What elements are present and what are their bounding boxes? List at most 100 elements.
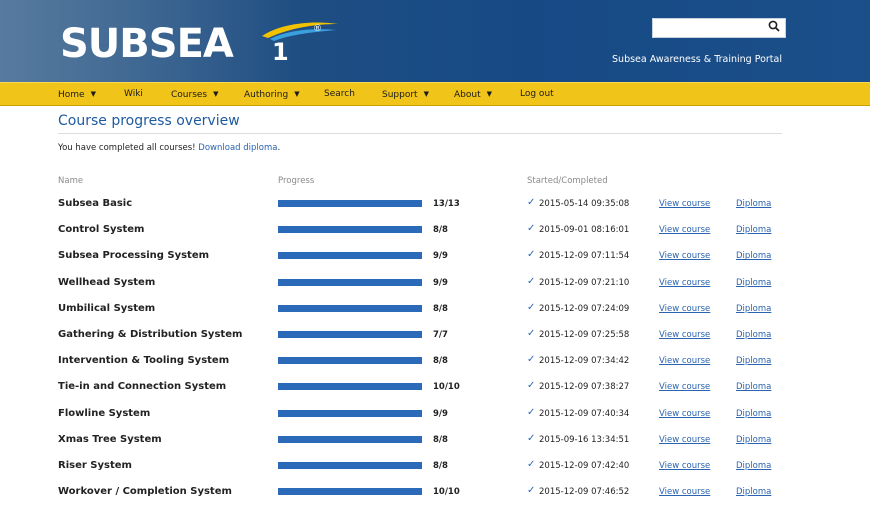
- diploma-link[interactable]: Diploma: [736, 223, 771, 237]
- nav-item-support[interactable]: Support ▼: [382, 83, 429, 105]
- nav-item-label: Courses: [171, 90, 208, 100]
- view-course-link[interactable]: View course: [659, 433, 710, 447]
- check-icon: ✓: [527, 380, 536, 392]
- progress-bar-fill: [278, 252, 422, 260]
- diploma-link[interactable]: Diploma: [736, 407, 771, 421]
- started-date: 2015-12-09 07:34:42: [539, 356, 630, 367]
- view-course-link[interactable]: View course: [659, 380, 710, 394]
- caret-down-icon: ▼: [90, 90, 96, 98]
- progress-count: 9/9: [433, 277, 448, 288]
- search-input[interactable]: [652, 18, 786, 38]
- progress-count: 8/8: [433, 356, 448, 367]
- subsea1-logo[interactable]: SUBSEA 1 ®: [60, 22, 338, 66]
- progress-bar: [278, 304, 422, 312]
- table-row: Umbilical System 8/8 ✓ 2015-12-09 07:24:09 V…: [0, 302, 870, 328]
- progress-bar: [278, 331, 422, 338]
- diploma-link[interactable]: Diploma: [736, 197, 771, 211]
- view-course-link[interactable]: View course: [659, 276, 710, 290]
- started-date: 2015-12-09 07:46:52: [539, 487, 630, 498]
- view-course-link[interactable]: View course: [659, 485, 710, 499]
- portal-title: Subsea Awareness & Training Portal: [612, 54, 782, 65]
- progress-count: 13/13: [433, 199, 460, 209]
- check-icon: ✓: [527, 485, 536, 497]
- site-header: SUBSEA 1 ® Subsea Awareness & Training P…: [0, 0, 870, 82]
- nav-item-courses[interactable]: Courses ▼: [171, 83, 219, 105]
- download-diploma-link[interactable]: Download diploma: [198, 143, 277, 153]
- started-date: 2015-09-16 13:34:51: [539, 434, 630, 445]
- view-course-link[interactable]: View course: [659, 223, 710, 237]
- view-course-link[interactable]: View course: [659, 407, 710, 421]
- search-icon[interactable]: [767, 19, 781, 33]
- progress-bar-fill: [278, 278, 422, 286]
- progress-bar-fill: [278, 200, 422, 207]
- table-row: Subsea Processing System 9/9 ✓ 2015-12-09 0…: [0, 249, 870, 275]
- nav-item-home[interactable]: Home ▼: [58, 83, 96, 105]
- diploma-link[interactable]: Diploma: [736, 485, 771, 499]
- nav-item-about[interactable]: About ▼: [454, 83, 492, 105]
- started-date: 2015-12-09 07:24:09: [539, 303, 630, 314]
- progress-count: 8/8: [433, 434, 448, 445]
- view-course-link[interactable]: View course: [659, 328, 710, 342]
- diploma-link[interactable]: Diploma: [736, 459, 771, 473]
- check-icon: ✓: [527, 328, 536, 339]
- progress-bar: [278, 462, 422, 469]
- diploma-link[interactable]: Diploma: [736, 380, 771, 394]
- view-course-link[interactable]: View course: [659, 249, 710, 263]
- table-row: Flowline System 9/9 ✓ 2015-12-09 07:40:34 Vi…: [0, 407, 870, 433]
- progress-count: 10/10: [433, 382, 460, 393]
- table-row: Workover / Completion System 10/10 ✓ 2015-1…: [0, 485, 870, 511]
- diploma-link[interactable]: Diploma: [736, 433, 771, 447]
- progress-bar-fill: [278, 462, 422, 469]
- nav-item-authoring[interactable]: Authoring ▼: [244, 83, 300, 105]
- progress-bar: [278, 226, 422, 234]
- progress-count: 8/8: [433, 461, 448, 471]
- progress-bar-fill: [278, 435, 422, 443]
- nav-item-search[interactable]: Search: [324, 83, 355, 105]
- nav-item-logout[interactable]: Log out: [520, 83, 554, 105]
- table-row: Intervention & Tooling System 8/8 ✓ 2015-12…: [0, 354, 870, 380]
- started-date: 2015-12-09 07:25:58: [539, 330, 630, 340]
- started-date: 2015-12-09 07:40:34: [539, 408, 630, 419]
- started-date: 2015-12-09 07:38:27: [539, 382, 630, 393]
- progress-count: 9/9: [433, 408, 448, 419]
- nav-item-label: Authoring: [244, 90, 289, 100]
- diploma-link[interactable]: Diploma: [736, 302, 771, 316]
- started-date: 2015-09-01 08:16:01: [539, 225, 630, 236]
- check-icon: ✓: [527, 197, 536, 208]
- check-icon: ✓: [527, 406, 536, 418]
- nav-item-label: About: [454, 90, 481, 100]
- diploma-link[interactable]: Diploma: [736, 328, 771, 342]
- check-icon: ✓: [527, 354, 536, 366]
- view-course-link[interactable]: View course: [659, 302, 710, 316]
- course-name: Umbilical System: [58, 302, 156, 314]
- course-name: Gathering & Distribution System: [58, 329, 243, 340]
- table-row: Subsea Basic 13/13 ✓ 2015-05-14 09:35:08 Vie…: [0, 197, 870, 223]
- course-name: Wellhead System: [58, 276, 156, 288]
- diploma-link[interactable]: Diploma: [736, 276, 771, 290]
- started-date: 2015-12-09 07:42:40: [539, 461, 630, 471]
- check-icon: ✓: [527, 249, 536, 261]
- view-course-link[interactable]: View course: [659, 197, 710, 211]
- check-icon: ✓: [527, 275, 536, 287]
- progress-bar-fill: [278, 331, 422, 338]
- completion-notice: You have completed all courses! Download…: [58, 143, 280, 153]
- nav-item-label: Wiki: [124, 89, 143, 99]
- logo-registered-mark: ®: [313, 24, 322, 34]
- notice-end: .: [277, 143, 281, 153]
- notice-text: You have completed all courses!: [58, 143, 199, 153]
- view-course-link[interactable]: View course: [659, 459, 710, 473]
- table-row: Riser System 8/8 ✓ 2015-12-09 07:42:40 View …: [0, 459, 870, 485]
- progress-bar: [278, 357, 422, 365]
- course-name: Riser System: [58, 460, 132, 471]
- progress-bar: [278, 488, 422, 496]
- progress-bar-fill: [278, 304, 422, 312]
- main-nav: Home ▼ Wiki Courses ▼ Authoring ▼ Search Su…: [0, 82, 870, 106]
- progress-bar-fill: [278, 409, 422, 417]
- view-course-link[interactable]: View course: [659, 354, 710, 368]
- logo-number: 1: [272, 38, 289, 66]
- diploma-link[interactable]: Diploma: [736, 249, 771, 263]
- diploma-link[interactable]: Diploma: [736, 354, 771, 368]
- nav-item-label: Search: [324, 89, 355, 99]
- nav-item-wiki[interactable]: Wiki: [124, 83, 143, 105]
- progress-bar-fill: [278, 488, 422, 496]
